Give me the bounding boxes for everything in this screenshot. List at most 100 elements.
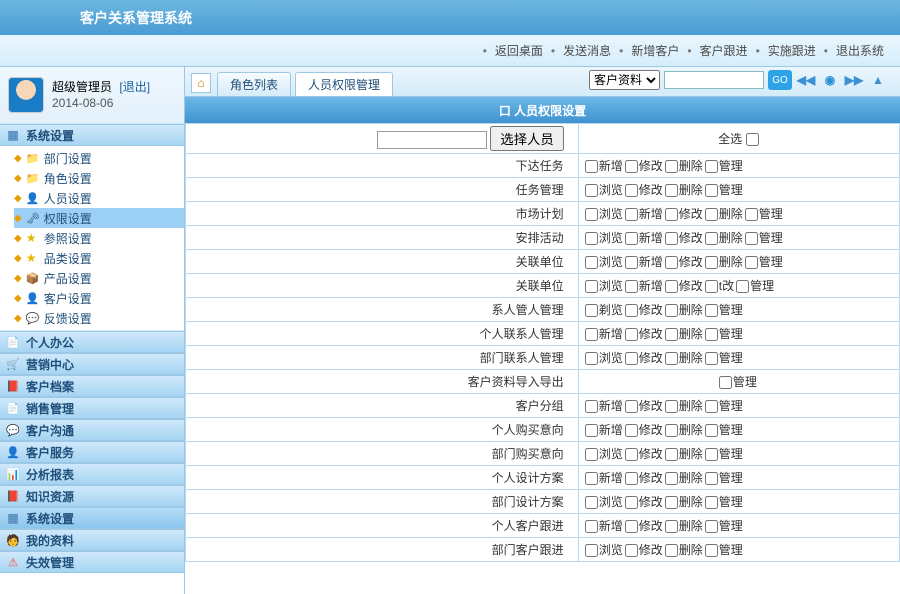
- sidebar-subitem[interactable]: ◆品类设置: [14, 248, 184, 268]
- perm-checkbox[interactable]: [585, 256, 598, 269]
- sidebar-section[interactable]: 失效管理: [0, 551, 184, 573]
- perm-checkbox[interactable]: [745, 256, 758, 269]
- perm-checkbox[interactable]: [736, 280, 749, 293]
- sidebar-section[interactable]: 知识资源: [0, 485, 184, 507]
- perm-checkbox[interactable]: [625, 400, 638, 413]
- perm-checkbox[interactable]: [745, 208, 758, 221]
- perm-option[interactable]: 管理: [705, 495, 743, 509]
- perm-option[interactable]: 修改: [625, 423, 663, 437]
- perm-checkbox[interactable]: [625, 424, 638, 437]
- perm-checkbox[interactable]: [625, 496, 638, 509]
- perm-option[interactable]: 修改: [665, 255, 703, 269]
- perm-checkbox[interactable]: [625, 328, 638, 341]
- sidebar-section[interactable]: 分析报表: [0, 463, 184, 485]
- perm-checkbox[interactable]: [625, 520, 638, 533]
- perm-option[interactable]: 修改: [665, 279, 703, 293]
- perm-checkbox[interactable]: [705, 352, 718, 365]
- perm-checkbox[interactable]: [625, 232, 638, 245]
- perm-checkbox[interactable]: [585, 424, 598, 437]
- top-menu-item[interactable]: 退出系统: [836, 42, 884, 59]
- logout-link[interactable]: [退出]: [119, 80, 150, 94]
- perm-checkbox[interactable]: [585, 208, 598, 221]
- search-input[interactable]: [664, 71, 764, 89]
- sidebar-subitem[interactable]: ◆产品设置: [14, 268, 184, 288]
- sidebar-section[interactable]: 销售管理: [0, 397, 184, 419]
- perm-option[interactable]: 浏览: [585, 279, 623, 293]
- top-menu-item[interactable]: 新增客户: [631, 42, 679, 59]
- perm-option[interactable]: 修改: [625, 519, 663, 533]
- sidebar-section[interactable]: 营销中心: [0, 353, 184, 375]
- sidebar-section[interactable]: 我的资料: [0, 529, 184, 551]
- tab[interactable]: 人员权限管理: [295, 72, 393, 96]
- perm-option[interactable]: 浏览: [585, 231, 623, 245]
- sidebar-subitem[interactable]: ◆部门设置: [14, 148, 184, 168]
- perm-checkbox[interactable]: [585, 328, 598, 341]
- perm-option[interactable]: 浏览: [585, 255, 623, 269]
- perm-option[interactable]: 剃览: [585, 303, 623, 317]
- perm-option[interactable]: 浏览: [585, 543, 623, 557]
- perm-checkbox[interactable]: [705, 424, 718, 437]
- perm-option[interactable]: 新增: [585, 159, 623, 173]
- perm-option[interactable]: 删除: [665, 183, 703, 197]
- perm-option[interactable]: 删除: [665, 519, 703, 533]
- perm-checkbox[interactable]: [705, 448, 718, 461]
- perm-checkbox[interactable]: [705, 208, 718, 221]
- perm-option[interactable]: 管理: [745, 207, 783, 221]
- perm-checkbox[interactable]: [665, 472, 678, 485]
- perm-option[interactable]: 修改: [625, 399, 663, 413]
- perm-option[interactable]: 浏览: [585, 447, 623, 461]
- perm-checkbox[interactable]: [625, 304, 638, 317]
- perm-checkbox[interactable]: [585, 520, 598, 533]
- perm-checkbox[interactable]: [719, 376, 732, 389]
- go-button[interactable]: GO: [768, 70, 792, 90]
- perm-option[interactable]: 删除: [665, 543, 703, 557]
- perm-checkbox[interactable]: [585, 232, 598, 245]
- perm-option[interactable]: 删除: [665, 423, 703, 437]
- perm-option[interactable]: 修改: [625, 159, 663, 173]
- perm-checkbox[interactable]: [705, 256, 718, 269]
- top-menu-item[interactable]: 返回桌面: [495, 42, 543, 59]
- select-person-button[interactable]: 选择人员: [490, 126, 563, 151]
- perm-option[interactable]: 修改: [625, 303, 663, 317]
- perm-option[interactable]: 管理: [705, 471, 743, 485]
- top-menu-item[interactable]: 客户跟进: [700, 42, 748, 59]
- home-button[interactable]: [191, 73, 211, 93]
- perm-option[interactable]: 删除: [665, 447, 703, 461]
- perm-option[interactable]: 删除: [665, 399, 703, 413]
- perm-checkbox[interactable]: [665, 352, 678, 365]
- perm-option[interactable]: 管理: [705, 351, 743, 365]
- nav-refresh-icon[interactable]: ◉: [820, 71, 840, 89]
- perm-option[interactable]: 浏览: [585, 183, 623, 197]
- tab[interactable]: 角色列表: [217, 72, 291, 96]
- perm-checkbox[interactable]: [625, 448, 638, 461]
- perm-option[interactable]: 管理: [745, 231, 783, 245]
- perm-checkbox[interactable]: [665, 400, 678, 413]
- perm-option[interactable]: 删除: [665, 471, 703, 485]
- perm-checkbox[interactable]: [625, 256, 638, 269]
- perm-option[interactable]: 修改: [625, 351, 663, 365]
- perm-checkbox[interactable]: [585, 184, 598, 197]
- perm-option[interactable]: 删除: [665, 351, 703, 365]
- perm-checkbox[interactable]: [585, 160, 598, 173]
- perm-option[interactable]: 浏览: [585, 351, 623, 365]
- perm-option[interactable]: 删除: [665, 327, 703, 341]
- perm-checkbox[interactable]: [705, 496, 718, 509]
- perm-option[interactable]: 管理: [705, 423, 743, 437]
- perm-option[interactable]: 管理: [705, 303, 743, 317]
- perm-checkbox[interactable]: [665, 448, 678, 461]
- perm-checkbox[interactable]: [665, 232, 678, 245]
- perm-checkbox[interactable]: [665, 184, 678, 197]
- perm-checkbox[interactable]: [705, 304, 718, 317]
- perm-option[interactable]: 修改: [625, 495, 663, 509]
- perm-checkbox[interactable]: [665, 424, 678, 437]
- nav-last-icon[interactable]: ▶▶: [844, 71, 864, 89]
- perm-checkbox[interactable]: [665, 496, 678, 509]
- sidebar-section[interactable]: 个人办公: [0, 331, 184, 353]
- perm-option[interactable]: 新增: [625, 231, 663, 245]
- perm-option[interactable]: 管理: [745, 255, 783, 269]
- perm-checkbox[interactable]: [705, 160, 718, 173]
- perm-checkbox[interactable]: [585, 496, 598, 509]
- perm-option[interactable]: 删除: [705, 207, 743, 221]
- perm-option[interactable]: 修改: [625, 543, 663, 557]
- perm-checkbox[interactable]: [625, 352, 638, 365]
